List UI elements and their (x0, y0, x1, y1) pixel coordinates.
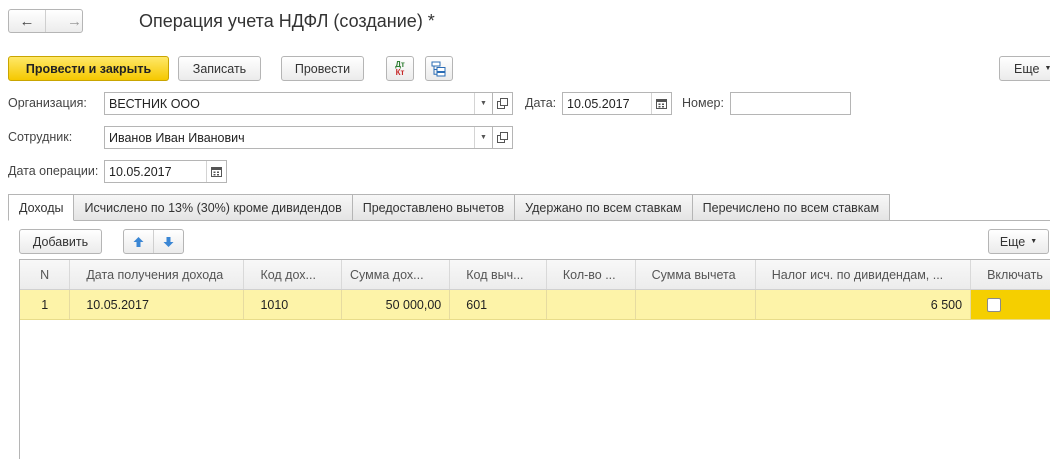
chevron-down-icon[interactable]: ▼ (474, 127, 492, 148)
employee-label: Сотрудник: (8, 130, 73, 144)
arrow-right-icon: → (67, 12, 82, 30)
col-header-date[interactable]: Дата получения дохода (70, 260, 245, 289)
employee-open-button[interactable] (493, 126, 513, 149)
cell-date[interactable]: 10.05.2017 (70, 290, 245, 319)
cell-include[interactable] (971, 290, 1050, 319)
post-and-close-button[interactable]: Провести и закрыть (8, 56, 169, 81)
col-header-deduction-sum[interactable]: Сумма вычета (636, 260, 756, 289)
save-button[interactable]: Записать (178, 56, 261, 81)
col-header-qty[interactable]: Кол-во ... (547, 260, 636, 289)
date-label: Дата: (525, 96, 557, 110)
post-button[interactable]: Провести (281, 56, 364, 81)
table-row[interactable]: 1 10.05.2017 1010 50 000,00 601 6 500 (20, 290, 1050, 320)
org-value: ВЕСТНИК ООО (109, 96, 200, 111)
table-more-button[interactable]: Еще ▼ (988, 229, 1049, 254)
back-button[interactable]: ← (9, 10, 45, 32)
calendar-icon[interactable] (651, 93, 671, 114)
employee-value: Иванов Иван Иванович (109, 130, 245, 145)
col-header-dividend-tax[interactable]: Налог исч. по дивидендам, ... (756, 260, 972, 289)
dtkt-icon: Дт Кт (395, 59, 405, 77)
move-up-button[interactable] (124, 230, 154, 253)
open-icon (497, 132, 508, 143)
tab-calculated-13[interactable]: Исчислено по 13% (30%) кроме дивидендов (73, 194, 353, 221)
col-header-n[interactable]: N (20, 260, 71, 289)
tab-withheld[interactable]: Удержано по всем ставкам (514, 194, 693, 221)
org-field[interactable]: ВЕСТНИК ООО ▼ (104, 92, 493, 115)
chevron-down-icon[interactable]: ▼ (474, 93, 492, 114)
cell-n[interactable]: 1 (20, 290, 71, 319)
col-header-income-sum[interactable]: Сумма дох... (342, 260, 451, 289)
chevron-down-icon: ▼ (1044, 65, 1050, 72)
org-label: Организация: (8, 96, 87, 110)
tab-transferred[interactable]: Перечислено по всем ставкам (691, 194, 891, 221)
structure-button[interactable] (425, 56, 453, 81)
col-header-income-code[interactable]: Код дох... (244, 260, 343, 289)
move-buttons (123, 229, 184, 254)
op-date-value: 10.05.2017 (109, 164, 172, 179)
tab-deductions[interactable]: Предоставлено вычетов (351, 194, 516, 221)
more-button[interactable]: Еще ▼ (999, 56, 1050, 81)
number-field[interactable] (730, 92, 851, 115)
col-header-include[interactable]: Включать (971, 260, 1050, 289)
open-icon (497, 98, 508, 109)
number-label: Номер: (682, 96, 724, 110)
table-header: N Дата получения дохода Код дох... Сумма… (20, 260, 1050, 290)
arrow-down-icon (163, 236, 174, 247)
tab-bar: Доходы Исчислено по 13% (30%) кроме диви… (8, 194, 891, 221)
org-open-button[interactable] (493, 92, 513, 115)
tab-income[interactable]: Доходы (8, 194, 75, 221)
cell-income-code[interactable]: 1010 (244, 290, 343, 319)
add-button[interactable]: Добавить (19, 229, 102, 254)
chevron-down-icon: ▼ (1030, 238, 1038, 245)
op-date-label: Дата операции: (8, 164, 99, 178)
cell-deduction-code[interactable]: 601 (450, 290, 547, 319)
move-down-button[interactable] (154, 230, 183, 253)
col-header-deduction-code[interactable]: Код выч... (450, 260, 547, 289)
cell-deduction-sum[interactable] (636, 290, 756, 319)
date-field[interactable]: 10.05.2017 (562, 92, 672, 115)
income-table: N Дата получения дохода Код дох... Сумма… (19, 259, 1050, 459)
arrow-up-icon (133, 236, 144, 247)
page-title: Операция учета НДФЛ (создание) * (139, 11, 435, 31)
include-checkbox[interactable] (987, 297, 1002, 312)
employee-field[interactable]: Иванов Иван Иванович ▼ (104, 126, 493, 149)
calendar-icon[interactable] (206, 161, 226, 182)
cell-qty[interactable] (547, 290, 636, 319)
history-nav: ← → (8, 9, 83, 33)
arrow-left-icon: ← (19, 12, 35, 30)
op-date-field[interactable]: 10.05.2017 (104, 160, 227, 183)
forward-button[interactable]: → (45, 10, 82, 32)
dtkt-button[interactable]: Дт Кт (386, 56, 414, 81)
structure-icon (431, 61, 446, 76)
date-value: 10.05.2017 (567, 96, 630, 111)
cell-income-sum[interactable]: 50 000,00 (342, 290, 451, 319)
cell-dividend-tax[interactable]: 6 500 (756, 290, 972, 319)
